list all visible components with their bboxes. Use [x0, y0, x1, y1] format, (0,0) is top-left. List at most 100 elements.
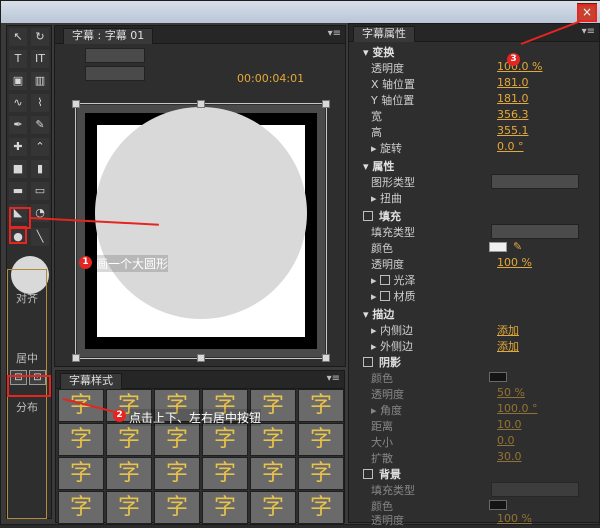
shadow-angle-value[interactable]: 100.0 ° [497, 402, 538, 415]
fill-color-swatch[interactable] [489, 242, 507, 252]
line-tool-icon[interactable]: ╲ [31, 228, 49, 246]
prop-label: 宽 [371, 110, 382, 123]
section-title: 背景 [379, 468, 401, 481]
convert-anchor-tool-icon[interactable]: ⌃ [31, 138, 49, 156]
annotation-badge-1: 1 [79, 256, 92, 269]
rotate-tool-icon[interactable]: ↻ [31, 28, 49, 46]
prop-label: 填充类型 [371, 226, 415, 239]
delete-anchor-tool-icon[interactable]: ✎ [31, 116, 49, 134]
section-title: ▾ 变换 [363, 46, 395, 59]
style-swatch[interactable]: 字 [58, 423, 104, 456]
style-swatch[interactable]: 字 [106, 457, 152, 490]
timecode[interactable]: 00:00:04:01 [237, 72, 304, 85]
prop-bg-opacity: 透明度 100 % [357, 512, 591, 528]
section-fill[interactable]: 填充 [357, 208, 591, 224]
handle-tr[interactable] [322, 100, 330, 108]
shadow-checkbox[interactable] [363, 357, 373, 367]
section-shadow[interactable]: 阴影 [357, 354, 591, 370]
style-swatch[interactable]: 字 [298, 389, 344, 422]
style-swatch[interactable]: 字 [106, 423, 152, 456]
handle-bm[interactable] [197, 354, 205, 362]
shadow-distance-value[interactable]: 10.0 [497, 418, 522, 431]
styles-menu-icon[interactable]: ▾≡ [327, 373, 340, 384]
style-swatch[interactable]: 字 [154, 491, 200, 524]
clipped-corner-rect-tool-icon[interactable]: ▮ [31, 160, 49, 178]
font-style-select[interactable] [85, 66, 145, 81]
style-swatch[interactable]: 字 [106, 491, 152, 524]
add-anchor-tool-icon[interactable]: ✚ [9, 138, 27, 156]
x-value[interactable]: 181.0 [497, 76, 529, 89]
rectangle-tool-icon[interactable]: ■ [9, 160, 27, 178]
canvas-tabstrip: 字幕 : 字幕 01 ▾≡ [55, 26, 345, 44]
handle-bl[interactable] [72, 354, 80, 362]
style-swatch[interactable]: 字 [154, 457, 200, 490]
title-tab[interactable]: 字幕 : 字幕 01 [63, 28, 154, 44]
props-menu-icon[interactable]: ▾≡ [582, 26, 595, 37]
section-stroke[interactable]: ▾ 描边 [357, 306, 591, 322]
bg-fill-type-dropdown[interactable] [491, 482, 579, 497]
prop-label: 颜色 [371, 242, 393, 255]
y-value[interactable]: 181.0 [497, 92, 529, 105]
prop-label: 图形类型 [371, 176, 415, 189]
style-swatch[interactable]: 字 [202, 423, 248, 456]
fill-opacity-value[interactable]: 100 % [497, 256, 532, 269]
title-canvas[interactable] [72, 100, 330, 362]
eyedropper-icon[interactable]: ✎ [513, 240, 522, 253]
path-type-tool-icon[interactable]: ∿ [9, 94, 27, 112]
area-type-tool-icon[interactable]: ▣ [9, 72, 27, 90]
background-checkbox[interactable] [363, 469, 373, 479]
outer-stroke-add-link[interactable]: 添加 [497, 338, 519, 354]
bg-opacity-value[interactable]: 100 % [497, 512, 532, 525]
style-swatch[interactable]: 字 [298, 423, 344, 456]
vertical-area-type-tool-icon[interactable]: ▥ [31, 72, 49, 90]
opacity-value[interactable]: 100.0 % [497, 60, 542, 73]
vertical-path-type-tool-icon[interactable]: ⌇ [31, 94, 49, 112]
selection-tool-icon[interactable]: ↖ [9, 28, 27, 46]
vertical-type-tool-icon[interactable]: IT [31, 50, 49, 68]
style-swatch[interactable]: 字 [202, 491, 248, 524]
properties-tab[interactable]: 字幕属性 [353, 26, 415, 42]
style-swatch[interactable]: 字 [250, 491, 296, 524]
style-swatch[interactable]: 字 [202, 457, 248, 490]
font-family-select[interactable] [85, 48, 145, 63]
fill-checkbox[interactable] [363, 211, 373, 221]
type-tool-icon[interactable]: T [9, 50, 27, 68]
prop-bg-fill-type: 填充类型 [357, 482, 591, 498]
rotation-value[interactable]: 0.0 ° [497, 140, 524, 153]
style-swatch[interactable]: 字 [298, 457, 344, 490]
panel-menu-icon[interactable]: ▾≡ [328, 28, 341, 39]
section-background[interactable]: 背景 [357, 466, 591, 482]
styles-tab[interactable]: 字幕样式 [60, 373, 122, 389]
shadow-color-swatch[interactable] [489, 372, 507, 382]
style-swatch[interactable]: 字 [58, 457, 104, 490]
width-value[interactable]: 356.3 [497, 108, 529, 121]
section-transform[interactable]: ▾ 变换 [357, 44, 591, 60]
texture-checkbox[interactable] [380, 291, 391, 301]
prop-height: 高 355.1 [357, 124, 591, 140]
style-swatch[interactable]: 字 [250, 457, 296, 490]
style-swatch[interactable]: 字 [154, 423, 200, 456]
style-swatch[interactable]: 字 [298, 491, 344, 524]
prop-fill-opacity: 透明度 100 % [357, 256, 591, 272]
bg-color-swatch[interactable] [489, 500, 507, 510]
style-swatch[interactable]: 字 [58, 491, 104, 524]
shadow-spread-value[interactable]: 30.0 [497, 450, 522, 463]
shadow-opacity-value[interactable]: 50 % [497, 386, 525, 399]
rounded-rect-tool-icon[interactable]: ▬ [9, 182, 27, 200]
prop-label: Y 轴位置 [371, 94, 415, 107]
style-swatch[interactable]: 字 [250, 423, 296, 456]
prop-x: X 轴位置 181.0 [357, 76, 591, 92]
section-attributes[interactable]: ▾ 属性 [357, 158, 591, 174]
sheen-checkbox[interactable] [380, 275, 391, 285]
pen-tool-icon[interactable]: ✒ [9, 116, 27, 134]
shadow-size-value[interactable]: 0.0 [497, 434, 515, 447]
handle-br[interactable] [322, 354, 330, 362]
prop-label: ▸ 角度 [371, 404, 403, 417]
graphic-type-dropdown[interactable] [491, 174, 579, 189]
fill-type-dropdown[interactable] [491, 224, 579, 239]
handle-tm[interactable] [197, 100, 205, 108]
height-value[interactable]: 355.1 [497, 124, 529, 137]
inner-stroke-add-link[interactable]: 添加 [497, 322, 519, 338]
handle-tl[interactable] [72, 100, 80, 108]
round-corner-rect-tool-icon[interactable]: ▭ [31, 182, 49, 200]
